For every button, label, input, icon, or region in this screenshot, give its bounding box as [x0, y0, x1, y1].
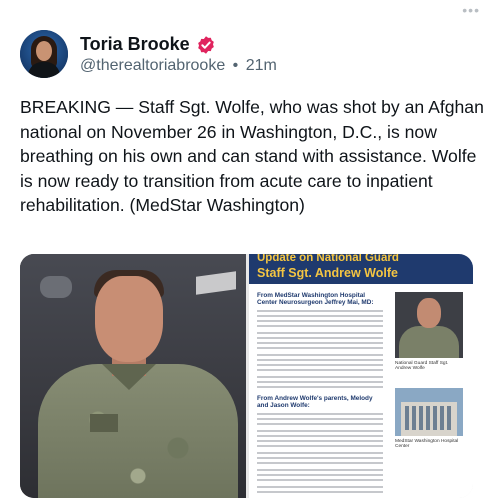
document-banner-subtitle: Staff Sgt. Andrew Wolfe — [257, 266, 398, 280]
media-update-document[interactable]: Update on National Guard Staff Sgt. Andr… — [249, 254, 473, 498]
more-options-button[interactable]: ••• — [462, 2, 480, 18]
document-caption-1: National Guard Staff Sgt. Andrew Wolfe — [395, 361, 449, 371]
tweet-header: Toria Brooke @therealtoriabrooke • 21m — [20, 30, 480, 82]
tweet-media[interactable]: Update on National Guard Staff Sgt. Andr… — [20, 254, 473, 498]
more-horizontal-icon: ••• — [462, 2, 480, 18]
author-handle[interactable]: @therealtoriabrooke — [80, 57, 225, 75]
document-section-1-heading: From MedStar Washington Hospital Center … — [257, 292, 374, 307]
tweet-text: BREAKING — Staff Sgt. Wolfe, who was sho… — [20, 97, 484, 215]
document-caption-2: MedStar Washington Hospital Center — [395, 439, 459, 449]
media-photo-soldier[interactable] — [20, 254, 246, 498]
document-photo-wolfe — [395, 292, 463, 358]
author-name-row: Toria Brooke — [80, 34, 216, 55]
meta-separator: • — [232, 57, 239, 74]
author-display-name[interactable]: Toria Brooke — [80, 34, 190, 55]
document-photo-hospital — [395, 388, 463, 436]
security-camera-icon — [40, 276, 72, 298]
avatar[interactable] — [20, 30, 68, 78]
author-meta-row: @therealtoriabrooke • 21m — [80, 57, 277, 75]
document-section-2-heading: From Andrew Wolfe's parents, Melody and … — [257, 395, 373, 410]
document-banner: Update on National Guard Staff Sgt. Andr… — [249, 254, 473, 284]
verified-badge-icon — [197, 35, 214, 54]
tweet-timestamp[interactable]: 21m — [246, 57, 277, 75]
document-banner-title: Update on National Guard — [257, 254, 399, 264]
